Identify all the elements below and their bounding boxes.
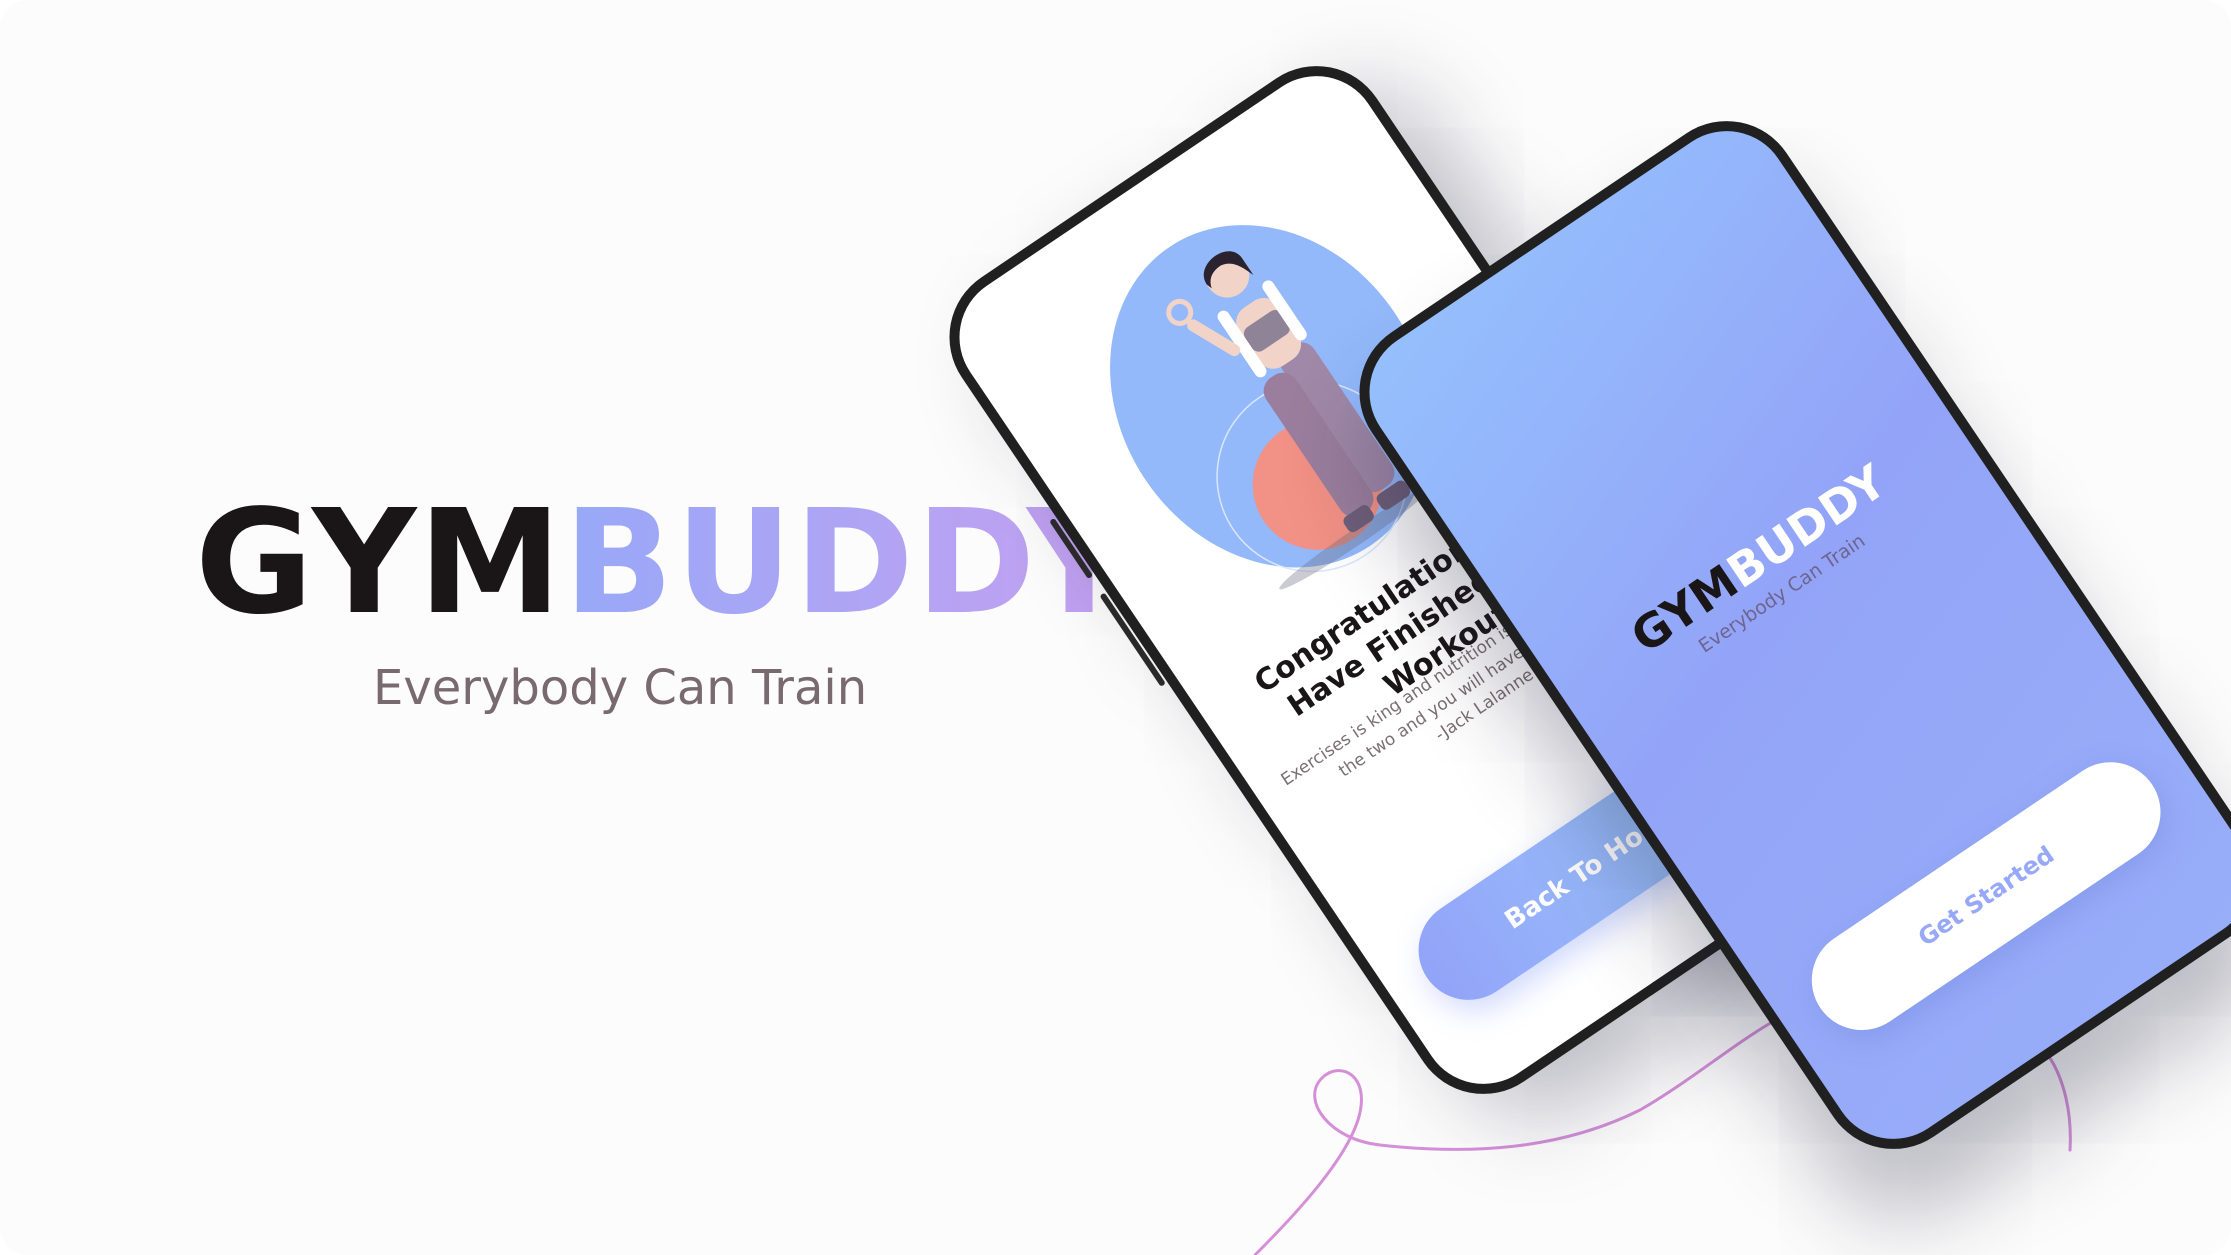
welcome-logo: GYMBUDDY (1547, 405, 1971, 712)
welcome-tagline: Everybody Can Train (1694, 529, 1870, 658)
brand-block: GYMBUDDY Everybody Can Train (195, 490, 1131, 716)
logo-gym: GYM (195, 478, 564, 646)
get-started-button[interactable]: Get Started (1792, 742, 2180, 1050)
mockup-canvas: GYMBUDDY Everybody Can Train Congratulat… (0, 0, 2231, 1255)
logo: GYMBUDDY (195, 490, 1131, 634)
tagline: Everybody Can Train (373, 660, 868, 716)
